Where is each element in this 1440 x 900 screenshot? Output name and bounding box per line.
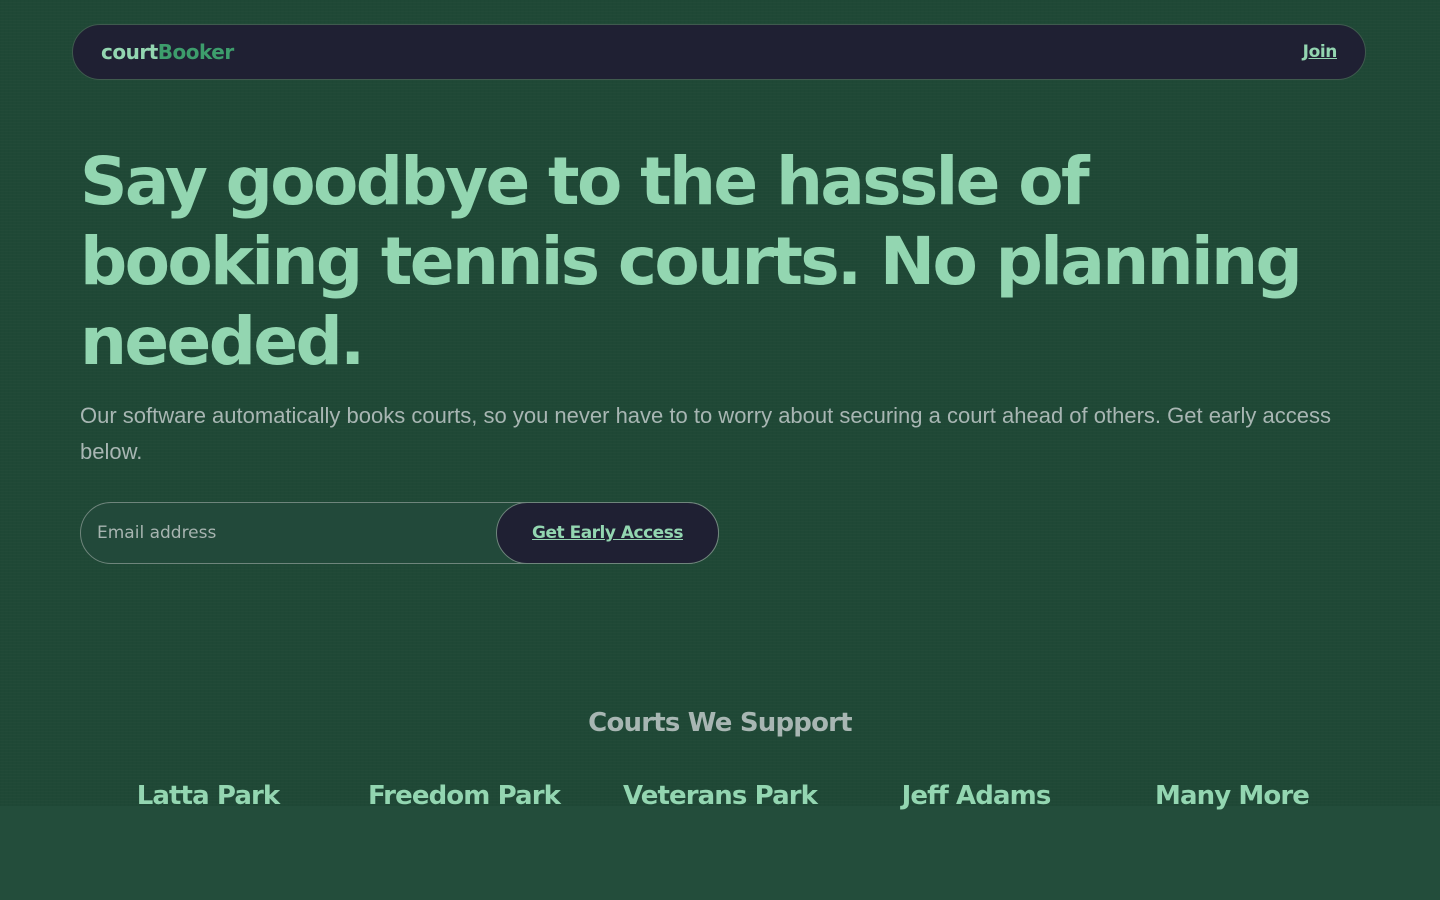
court-item-jeff-adams: Jeff Adams	[901, 781, 1052, 811]
courts-list: Latta Park Freedom Park Veterans Park Je…	[80, 776, 1360, 816]
bottom-band	[0, 806, 1440, 900]
hero-subtitle: Our software automatically books courts,…	[80, 403, 1331, 464]
courts-heading: Courts We Support	[588, 708, 852, 738]
logo-booker-text: Booker	[157, 40, 234, 64]
logo-court-text: court	[101, 40, 158, 64]
join-link[interactable]: Join	[1303, 42, 1338, 62]
navbar: courtBooker Join	[72, 24, 1366, 80]
signup-form: Get Early Access	[80, 502, 719, 564]
court-item-many-more: Many More	[1154, 781, 1310, 811]
hero-title: Say goodbye to the hassle of booking ten…	[80, 143, 1303, 380]
court-item-latta-park: Latta Park	[136, 781, 280, 811]
court-item-veterans-park: Veterans Park	[622, 781, 818, 811]
email-input[interactable]	[81, 503, 497, 563]
court-item-freedom-park: Freedom Park	[367, 781, 561, 811]
get-early-access-button[interactable]: Get Early Access	[496, 502, 719, 564]
logo[interactable]: courtBooker	[101, 40, 234, 64]
